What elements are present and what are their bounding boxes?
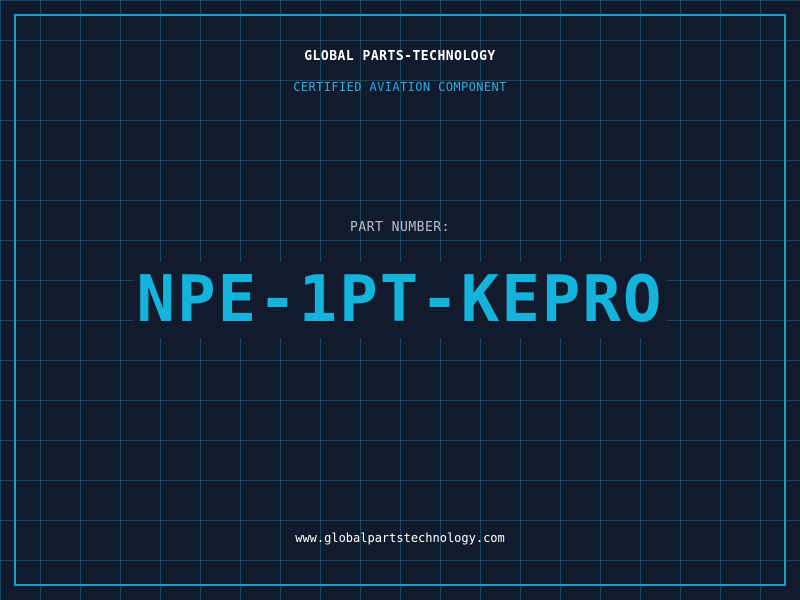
certification-subtitle: CERTIFIED AVIATION COMPONENT xyxy=(293,80,507,94)
part-number-label: PART NUMBER: xyxy=(350,220,450,235)
website-link[interactable]: www.globalpartstechnology.com xyxy=(0,531,800,545)
part-number-container: NPE-1PT-KEPRO xyxy=(0,262,800,338)
certificate-card: GLOBAL PARTS-TECHNOLOGY CERTIFIED AVIATI… xyxy=(0,0,800,600)
company-name: GLOBAL PARTS-TECHNOLOGY xyxy=(304,49,496,64)
part-number-value: NPE-1PT-KEPRO xyxy=(132,262,668,338)
